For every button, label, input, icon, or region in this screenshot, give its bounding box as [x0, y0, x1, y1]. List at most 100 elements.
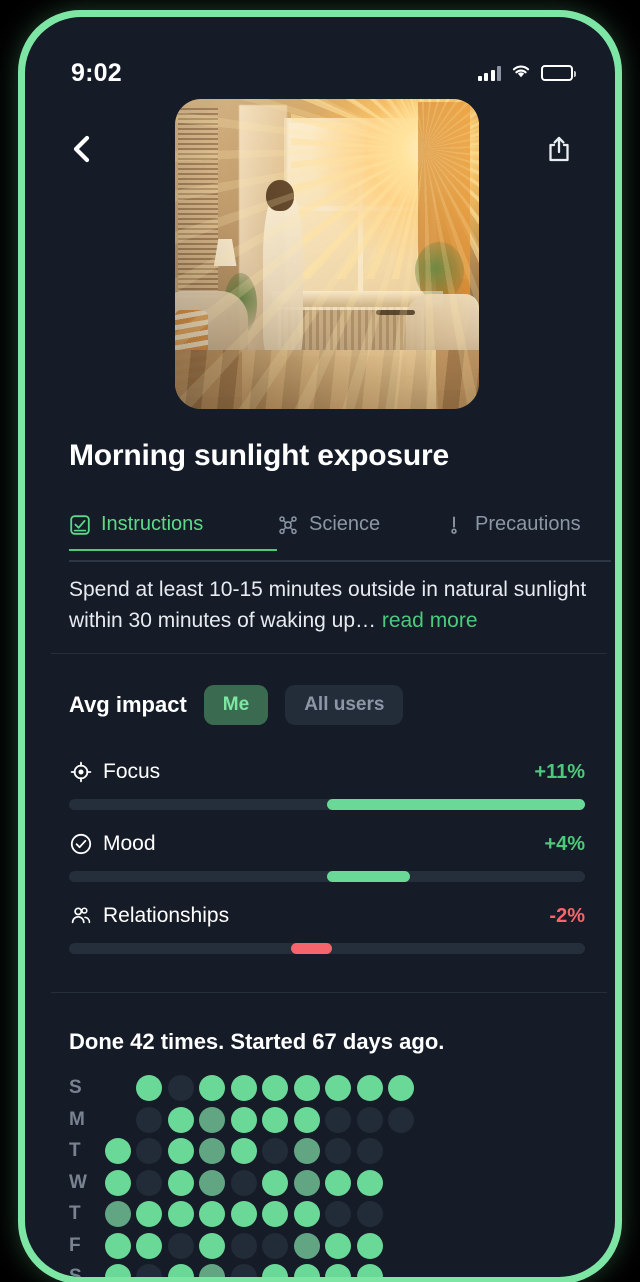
impact-label: Avg impact — [69, 692, 187, 717]
heatmap-dot[interactable] — [167, 1201, 194, 1227]
heatmap-dot[interactable] — [262, 1075, 288, 1101]
heatmap-dot[interactable] — [325, 1075, 351, 1101]
heatmap-dot[interactable] — [167, 1232, 194, 1259]
heatmap-dot[interactable] — [356, 1201, 383, 1227]
status-time: 9:02 — [71, 58, 122, 87]
heatmap-dot[interactable] — [199, 1106, 225, 1133]
share-button[interactable] — [537, 127, 581, 171]
heatmap-dot[interactable] — [356, 1075, 383, 1101]
heatmap-dot — [105, 1075, 131, 1101]
metric-mood-top: Mood +4% — [69, 831, 585, 857]
heatmap-dot[interactable] — [293, 1201, 320, 1227]
heatmap-dot[interactable] — [199, 1169, 225, 1196]
tab-underline — [69, 560, 611, 562]
heatmap-dot[interactable] — [104, 1138, 131, 1164]
heatmap-dot[interactable] — [325, 1106, 351, 1133]
heatmap-dot[interactable] — [293, 1138, 320, 1164]
heatmap-dot[interactable] — [136, 1232, 162, 1259]
heatmap-dot[interactable] — [199, 1264, 225, 1277]
heatmap-dot[interactable] — [262, 1138, 288, 1164]
heatmap-day-label: M — [69, 1108, 85, 1130]
tab-science[interactable]: Science — [277, 507, 443, 551]
heatmap-dot[interactable] — [262, 1232, 288, 1259]
heatmap-dot — [388, 1201, 414, 1227]
segment-all-users[interactable]: All users — [285, 685, 404, 725]
alert-exclamation-icon — [451, 515, 457, 534]
tab-precautions[interactable]: Precautions — [443, 507, 611, 551]
read-more-link[interactable]: read more — [382, 609, 478, 632]
heatmap-dot[interactable] — [136, 1169, 162, 1196]
segment-me[interactable]: Me — [203, 685, 269, 725]
heatmap-dot[interactable] — [230, 1264, 257, 1277]
heatmap-dot[interactable] — [293, 1264, 320, 1277]
focus-target-icon — [69, 760, 93, 784]
heatmap-dot[interactable] — [262, 1106, 288, 1133]
molecule-icon — [279, 515, 297, 534]
metric-mood-track — [69, 871, 585, 882]
heatmap-dot[interactable] — [356, 1232, 383, 1259]
heatmap-dot[interactable] — [136, 1264, 162, 1277]
metric-focus-fill — [327, 799, 585, 810]
heatmap-row: F — [69, 1232, 414, 1259]
heatmap-dot — [105, 1107, 131, 1133]
heatmap-dot[interactable] — [262, 1264, 288, 1277]
heatmap-dot[interactable] — [325, 1169, 351, 1196]
heatmap-dot[interactable] — [293, 1106, 320, 1133]
heatmap-row: T — [69, 1138, 414, 1164]
heatmap-dot[interactable] — [136, 1138, 162, 1164]
heatmap-dot[interactable] — [136, 1106, 162, 1133]
metric-row-relationships: Relationships -2% — [69, 903, 585, 954]
heatmap-dot[interactable] — [230, 1075, 257, 1101]
heatmap-dot[interactable] — [388, 1106, 414, 1133]
phone-screen: 9:02 Morning sunlight exposure Instructi… — [25, 17, 615, 1277]
heatmap-dot[interactable] — [230, 1106, 257, 1133]
metric-focus-top: Focus +11% — [69, 759, 585, 785]
heatmap-dot[interactable] — [293, 1169, 320, 1196]
heatmap-dot[interactable] — [199, 1075, 225, 1101]
share-icon — [549, 136, 569, 162]
screenshot-stage: 9:02 Morning sunlight exposure Instructi… — [0, 0, 640, 1282]
heatmap-dot[interactable] — [104, 1232, 131, 1259]
metric-relationships-top: Relationships -2% — [69, 903, 585, 929]
heatmap-dot[interactable] — [293, 1075, 320, 1101]
heatmap-dot[interactable] — [167, 1169, 194, 1196]
heatmap-dot[interactable] — [199, 1232, 225, 1259]
heatmap-dot[interactable] — [262, 1169, 288, 1196]
history-heatmap[interactable]: SMTWTFS — [69, 1075, 414, 1277]
heatmap-dot[interactable] — [167, 1075, 194, 1101]
heatmap-dot[interactable] — [325, 1201, 351, 1227]
heatmap-dot[interactable] — [356, 1138, 383, 1164]
heatmap-dot[interactable] — [293, 1232, 320, 1259]
divider-bottom — [51, 992, 607, 993]
heatmap-dot — [388, 1233, 414, 1259]
back-button[interactable] — [59, 127, 103, 171]
heatmap-dot[interactable] — [230, 1169, 257, 1196]
heatmap-dot[interactable] — [230, 1201, 257, 1227]
impact-header: Avg impact Me All users — [69, 685, 404, 725]
heatmap-dot[interactable] — [388, 1075, 414, 1101]
heatmap-dot[interactable] — [167, 1138, 194, 1164]
heatmap-dot[interactable] — [136, 1201, 162, 1227]
heatmap-dot[interactable] — [136, 1075, 162, 1101]
heatmap-dot[interactable] — [356, 1264, 383, 1277]
heatmap-dot[interactable] — [262, 1201, 288, 1227]
tab-instructions[interactable]: Instructions — [69, 507, 277, 551]
heatmap-dot[interactable] — [199, 1138, 225, 1164]
heatmap-dot[interactable] — [167, 1106, 194, 1133]
heatmap-dot[interactable] — [356, 1106, 383, 1133]
heatmap-dot[interactable] — [104, 1264, 131, 1277]
heatmap-dot[interactable] — [356, 1169, 383, 1196]
heatmap-dot[interactable] — [104, 1201, 131, 1227]
heatmap-dot[interactable] — [325, 1264, 351, 1277]
heatmap-dot[interactable] — [230, 1138, 257, 1164]
heatmap-day-label: T — [69, 1203, 81, 1224]
heatmap-dot[interactable] — [104, 1169, 131, 1196]
heatmap-dot[interactable] — [325, 1232, 351, 1259]
metric-focus-value: +11% — [534, 760, 585, 783]
heatmap-dot[interactable] — [167, 1264, 194, 1277]
heatmap-dot[interactable] — [199, 1201, 225, 1227]
metric-row-mood: Mood +4% — [69, 831, 585, 882]
heatmap-dot[interactable] — [230, 1232, 257, 1259]
heatmap-dot[interactable] — [325, 1138, 351, 1164]
chevron-left-icon — [73, 135, 90, 163]
